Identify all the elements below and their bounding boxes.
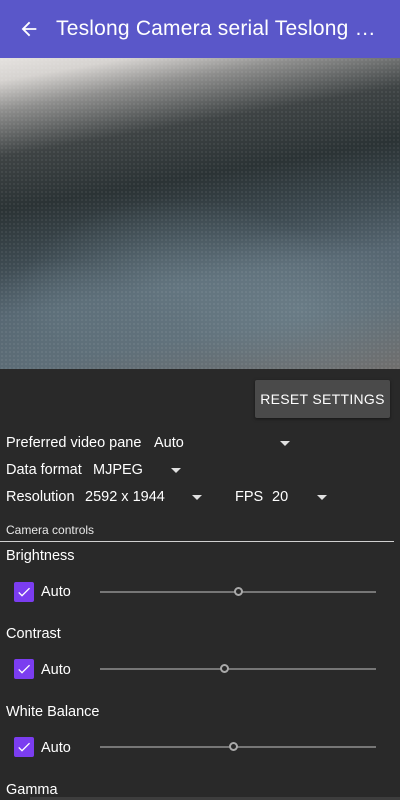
- resolution-row: Resolution: [6, 487, 75, 507]
- brightness-title: Brightness: [6, 548, 75, 564]
- brightness-auto-label: Auto: [41, 584, 71, 600]
- check-icon: [18, 664, 30, 674]
- fps-label: FPS: [235, 489, 264, 505]
- white-balance-slider[interactable]: [100, 746, 376, 748]
- data-format-label: Data format: [6, 462, 82, 478]
- camera-controls-heading: Camera controls: [6, 523, 95, 537]
- camera-preview[interactable]: [0, 58, 400, 369]
- dropdown-arrow-icon: [171, 467, 181, 473]
- data-format-row: Data format: [6, 460, 82, 480]
- fps-label-row: FPS: [235, 487, 263, 507]
- resolution-dropdown[interactable]: 2592 x 1944: [85, 487, 205, 507]
- preferred-video-pane-value: Auto: [154, 435, 184, 451]
- resolution-label: Resolution: [6, 489, 75, 505]
- app-bar: Teslong Camera serial Teslong camera: [0, 0, 400, 58]
- data-format-dropdown[interactable]: MJPEG: [93, 460, 185, 480]
- white-balance-auto-label: Auto: [41, 740, 71, 756]
- contrast-auto-checkbox[interactable]: [14, 659, 34, 679]
- white-balance-slider-thumb[interactable]: [229, 742, 238, 751]
- section-divider: [0, 541, 394, 542]
- page-title: Teslong Camera serial Teslong camera: [56, 17, 378, 40]
- dropdown-arrow-icon: [192, 494, 202, 500]
- fps-dropdown[interactable]: 20: [272, 487, 330, 507]
- contrast-auto-label: Auto: [41, 662, 71, 678]
- fps-value: 20: [272, 489, 289, 505]
- contrast-slider-thumb[interactable]: [220, 664, 229, 673]
- check-icon: [18, 742, 30, 752]
- back-button[interactable]: [0, 0, 58, 58]
- reset-settings-button[interactable]: RESET SETTINGS: [255, 380, 390, 418]
- contrast-slider[interactable]: [100, 668, 376, 670]
- arrow-back-icon: [21, 21, 37, 37]
- data-format-value: MJPEG: [93, 462, 143, 478]
- gamma-title: Gamma: [6, 782, 58, 798]
- dropdown-arrow-icon: [280, 440, 290, 446]
- resolution-value: 2592 x 1944: [85, 489, 165, 505]
- white-balance-auto-checkbox[interactable]: [14, 737, 34, 757]
- dropdown-arrow-icon: [317, 494, 327, 500]
- preferred-video-pane-label: Preferred video pane: [6, 435, 142, 451]
- preferred-video-pane-dropdown[interactable]: Auto: [154, 433, 296, 453]
- white-balance-title: White Balance: [6, 704, 100, 720]
- brightness-auto-checkbox[interactable]: [14, 582, 34, 602]
- brightness-slider-thumb[interactable]: [234, 587, 243, 596]
- preferred-video-pane-row: Preferred video pane: [6, 433, 141, 453]
- check-icon: [18, 587, 30, 597]
- contrast-title: Contrast: [6, 626, 61, 642]
